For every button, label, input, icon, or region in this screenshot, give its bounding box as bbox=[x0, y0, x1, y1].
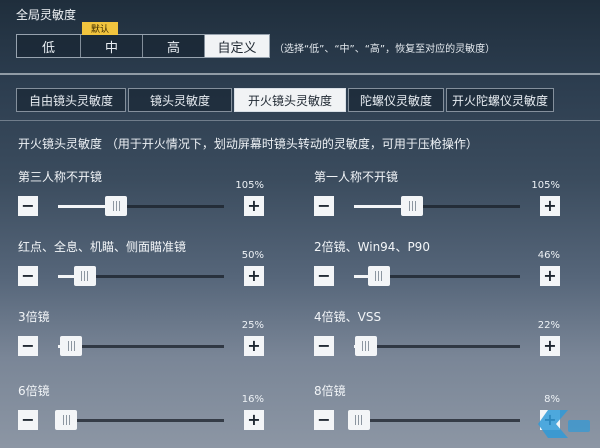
decrease-button[interactable]: − bbox=[314, 196, 334, 216]
slider-track[interactable] bbox=[55, 410, 224, 430]
tab-gyroscope[interactable]: 陀螺仪灵敏度 bbox=[348, 88, 444, 112]
slider-4x-scope: 4倍镜、VSS 22% − + bbox=[314, 308, 560, 358]
slider-value: 25% bbox=[241, 320, 264, 331]
decrease-button[interactable]: − bbox=[314, 266, 334, 286]
slider-third-person-no-scope: 第三人称不开镜 105% − + bbox=[18, 168, 264, 218]
slider-thumb[interactable] bbox=[73, 266, 96, 286]
slider-label: 8倍镜 bbox=[314, 384, 346, 398]
sensitivity-tabs: 自由镜头灵敏度 镜头灵敏度 开火镜头灵敏度 陀螺仪灵敏度 开火陀螺仪灵敏度 bbox=[16, 88, 556, 112]
slider-label: 3倍镜 bbox=[18, 310, 50, 324]
slider-thumb[interactable] bbox=[55, 410, 78, 430]
decrease-button[interactable]: − bbox=[18, 336, 38, 356]
decrease-button[interactable]: − bbox=[314, 336, 334, 356]
tabs-divider bbox=[0, 120, 600, 121]
slider-label: 4倍镜、VSS bbox=[314, 310, 382, 324]
tab-fire-camera[interactable]: 开火镜头灵敏度 bbox=[234, 88, 346, 112]
option-custom[interactable]: 自定义 bbox=[205, 35, 269, 57]
slider-label: 第三人称不开镜 bbox=[18, 170, 103, 184]
section-description: 开火镜头灵敏度 （用于开火情况下，划动屏幕时镜头转动的灵敏度，可用于压枪操作） bbox=[18, 137, 478, 151]
slider-thumb[interactable] bbox=[367, 266, 390, 286]
increase-button[interactable]: + bbox=[540, 196, 560, 216]
slider-thumb[interactable] bbox=[347, 410, 370, 430]
slider-thumb[interactable] bbox=[354, 336, 377, 356]
option-low[interactable]: 低 bbox=[17, 35, 81, 57]
slider-track[interactable] bbox=[354, 336, 520, 356]
slider-track[interactable] bbox=[354, 196, 520, 216]
slider-track[interactable] bbox=[58, 266, 224, 286]
slider-track[interactable] bbox=[347, 410, 520, 430]
slider-value: 105% bbox=[235, 180, 264, 191]
decrease-button[interactable]: − bbox=[314, 410, 334, 430]
tab-free-camera[interactable]: 自由镜头灵敏度 bbox=[16, 88, 126, 112]
decrease-button[interactable]: − bbox=[18, 266, 38, 286]
increase-button[interactable]: + bbox=[540, 266, 560, 286]
increase-button[interactable]: + bbox=[540, 336, 560, 356]
global-sensitivity-hint: （选择“低”、“中”、“高”，恢复至对应的灵敏度） bbox=[274, 44, 496, 55]
option-high[interactable]: 高 bbox=[143, 35, 205, 57]
slider-label: 6倍镜 bbox=[18, 384, 50, 398]
slider-value: 8% bbox=[544, 394, 560, 405]
global-sensitivity-title: 全局灵敏度 bbox=[16, 8, 77, 22]
slider-label: 红点、全息、机瞄、侧面瞄准镜 bbox=[18, 240, 187, 254]
site-logo-icon bbox=[538, 410, 590, 438]
increase-button[interactable]: + bbox=[244, 266, 264, 286]
slider-label: 第一人称不开镜 bbox=[314, 170, 399, 184]
slider-track[interactable] bbox=[354, 266, 520, 286]
global-sensitivity-selector: 低 中 高 自定义 bbox=[16, 34, 270, 58]
decrease-button[interactable]: − bbox=[18, 410, 38, 430]
slider-label: 2倍镜、Win94、P90 bbox=[314, 240, 430, 254]
slider-thumb[interactable] bbox=[105, 196, 128, 216]
slider-track[interactable] bbox=[58, 196, 224, 216]
decrease-button[interactable]: − bbox=[18, 196, 38, 216]
slider-value: 16% bbox=[241, 394, 264, 405]
default-badge: 默认 bbox=[82, 22, 118, 35]
slider-red-dot-holo-iron-side: 红点、全息、机瞄、侧面瞄准镜 50% − + bbox=[18, 238, 264, 288]
slider-track[interactable] bbox=[58, 336, 224, 356]
slider-6x-scope: 6倍镜 16% − + bbox=[18, 382, 264, 432]
slider-value: 50% bbox=[241, 250, 264, 261]
increase-button[interactable]: + bbox=[244, 336, 264, 356]
slider-8x-scope: 8倍镜 8% − + bbox=[314, 382, 560, 432]
increase-button[interactable]: + bbox=[244, 410, 264, 430]
top-divider bbox=[0, 73, 600, 75]
slider-value: 105% bbox=[531, 180, 560, 191]
slider-2x-scope: 2倍镜、Win94、P90 46% − + bbox=[314, 238, 560, 288]
tab-camera[interactable]: 镜头灵敏度 bbox=[128, 88, 232, 112]
option-medium[interactable]: 中 bbox=[81, 35, 143, 57]
slider-value: 46% bbox=[537, 250, 560, 261]
slider-thumb[interactable] bbox=[401, 196, 424, 216]
slider-first-person-no-scope: 第一人称不开镜 105% − + bbox=[314, 168, 560, 218]
slider-value: 22% bbox=[537, 320, 560, 331]
tab-fire-gyroscope[interactable]: 开火陀螺仪灵敏度 bbox=[446, 88, 554, 112]
slider-thumb[interactable] bbox=[60, 336, 83, 356]
slider-3x-scope: 3倍镜 25% − + bbox=[18, 308, 264, 358]
increase-button[interactable]: + bbox=[244, 196, 264, 216]
